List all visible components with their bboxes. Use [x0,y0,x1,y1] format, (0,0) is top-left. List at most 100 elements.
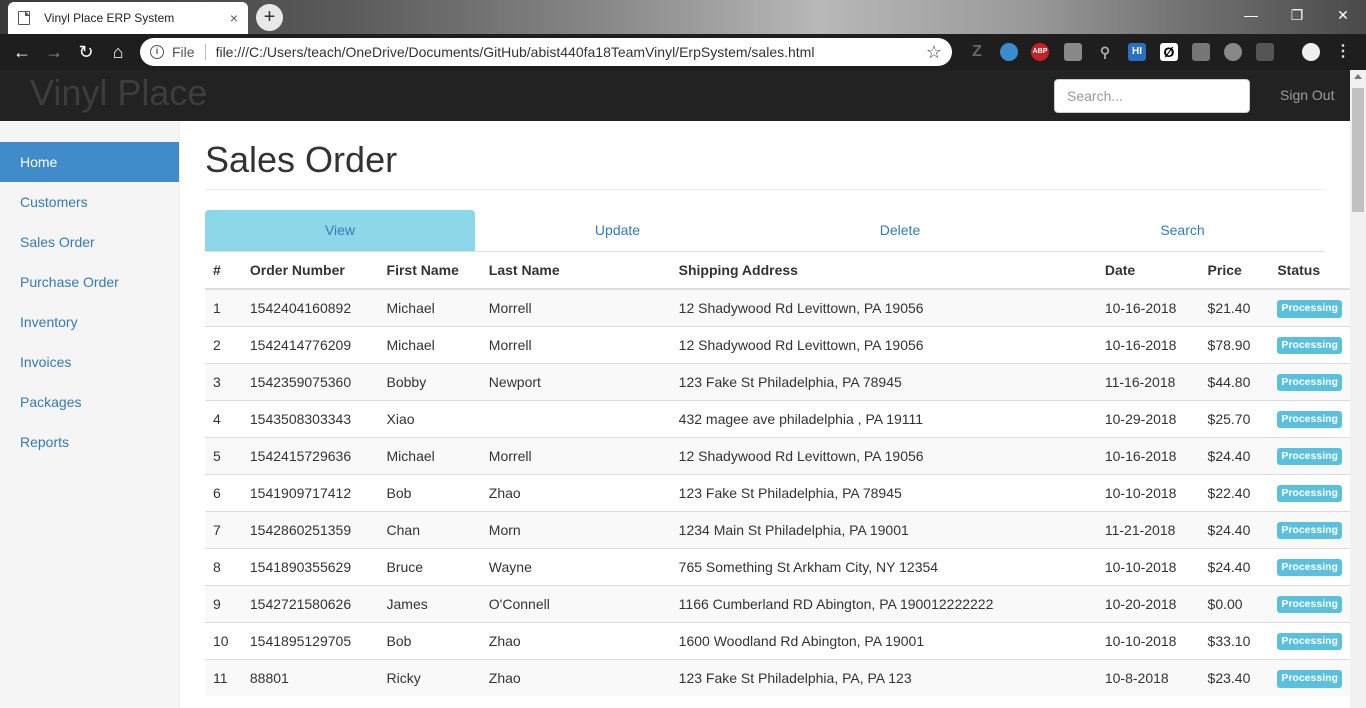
ghostery-extension-icon[interactable]: Ø [1160,43,1178,61]
browser-menu-icon[interactable]: ⋮ [1334,43,1352,61]
app-navbar: Vinyl Place Sign Out [0,70,1350,121]
extension-icon[interactable] [1000,43,1018,61]
table-cell-first-name: James [378,584,481,622]
order-tabs: View Update Delete Search [205,210,1325,252]
sidebar-item-sales-order[interactable]: Sales Order [0,222,179,262]
sign-out-link[interactable]: Sign Out [1280,87,1334,103]
table-row[interactable]: 1 1542404160892 Michael Morrell 12 Shadywood… [205,288,1350,326]
table-cell-row-number: 1 [205,288,242,326]
table-cell-status-badge: Processing [1269,362,1350,400]
search-input[interactable] [1054,79,1250,113]
table-cell-row-number: 7 [205,510,242,548]
table-cell-order-date: 10-29-2018 [1096,399,1200,437]
table-cell-order-price: $21.40 [1199,288,1270,326]
table-row[interactable]: 9 1542721580626 James O'Connell 1166 Cumberl… [205,584,1350,622]
close-window-button[interactable]: ✕ [1320,0,1366,32]
status-badge: Processing [1277,336,1342,355]
column-header: Date [1096,252,1200,290]
table-cell-order-price: $24.40 [1199,510,1270,548]
new-tab-button[interactable]: + [256,4,283,31]
zotero-extension-icon[interactable]: Z [968,43,986,61]
hi-extension-icon[interactable]: HI [1128,43,1146,61]
tab-update[interactable]: Update [475,210,760,251]
scroll-up-arrow-icon[interactable] [1354,74,1362,79]
page-icon [18,11,30,25]
table-cell-order-date: 10-16-2018 [1096,436,1200,474]
mail-extension-icon[interactable] [1064,43,1082,61]
status-badge: Processing [1277,299,1342,318]
table-cell-order-price: $33.10 [1199,621,1270,659]
info-icon[interactable]: i [150,45,164,59]
browser-tab[interactable]: Vinyl Place ERP System × [8,2,248,34]
scrollbar-thumb[interactable] [1352,88,1364,212]
forward-arrow-icon[interactable]: → [42,40,66,64]
table-cell-shipping-address: 12 Shadywood Rd Levittown, PA 19056 [670,288,1097,326]
table-row[interactable]: 3 1542359075360 Bobby Newport 123 Fake St Ph… [205,362,1350,400]
table-cell-order-price: $0.00 [1199,584,1270,622]
tab-view[interactable]: View [205,210,475,251]
table-cell-shipping-address: 123 Fake St Philadelphia, PA, PA 123 [670,658,1097,696]
address-bar[interactable]: i File file:///C:/Users/teach/OneDrive/D… [140,38,952,66]
minimize-button[interactable]: — [1228,0,1274,32]
sidebar-item-reports[interactable]: Reports [0,422,179,462]
table-cell-status-badge: Processing [1269,658,1350,696]
table-cell-row-number: 11 [205,658,242,696]
url-text[interactable]: file:///C:/Users/teach/OneDrive/Document… [216,44,926,60]
table-cell-order-number: 88801 [241,658,379,696]
table-cell-status-badge: Processing [1269,510,1350,548]
tab-search[interactable]: Search [1040,210,1325,251]
table-cell-status-badge: Processing [1269,436,1350,474]
table-cell-order-date: 10-16-2018 [1096,325,1200,363]
adblock-plus-icon[interactable]: ABP [1031,43,1049,61]
table-cell-row-number: 2 [205,325,242,363]
sidebar-item-packages[interactable]: Packages [0,382,179,422]
sidebar-item-inventory[interactable]: Inventory [0,302,179,342]
location-extension-icon[interactable]: ⚲ [1096,43,1114,61]
table-cell-order-date: 10-10-2018 [1096,473,1200,511]
table-cell-order-number: 1542721580626 [241,584,379,622]
profile-avatar-icon[interactable] [1302,43,1320,61]
sidebar-item-home[interactable]: Home [0,142,179,182]
table-row[interactable]: 7 1542860251359 Chan Morn 1234 Main St Phila… [205,510,1350,548]
table-row[interactable]: 2 1542414776209 Michael Morrell 12 Shadywood… [205,325,1350,363]
table-row[interactable]: 10 1541895129705 Bob Zhao 1600 Woodland Rd A… [205,621,1350,659]
table-cell-last-name: Morrell [480,288,671,326]
reload-icon[interactable]: ↻ [74,40,98,64]
table-cell-first-name: Michael [378,288,481,326]
table-cell-first-name: Xiao [378,399,481,437]
sidebar-item-purchase-order[interactable]: Purchase Order [0,262,179,302]
column-header: Order Number [241,252,379,290]
table-cell-shipping-address: 1600 Woodland Rd Abington, PA 19001 [670,621,1097,659]
table-row[interactable]: 5 1542415729636 Michael Morrell 12 Shadywood… [205,436,1350,474]
table-cell-status-badge: Processing [1269,584,1350,622]
tab-close-icon[interactable]: × [230,10,238,26]
table-row[interactable]: 4 1543508303343 Xiao 432 magee ave philadel… [205,399,1350,437]
table-cell-first-name: Ricky [378,658,481,696]
sidebar-item-customers[interactable]: Customers [0,182,179,222]
table-cell-order-price: $25.70 [1199,399,1270,437]
extension-icon[interactable] [1224,43,1242,61]
table-cell-row-number: 5 [205,436,242,474]
status-badge: Processing [1277,669,1342,688]
table-cell-shipping-address: 12 Shadywood Rd Levittown, PA 19056 [670,325,1097,363]
table-row[interactable]: 6 1541909717412 Bob Zhao 123 Fake St Philade… [205,473,1350,511]
table-cell-last-name: Zhao [480,621,671,659]
page-scrollbar[interactable] [1350,70,1366,708]
tab-delete[interactable]: Delete [760,210,1040,251]
extension-icon[interactable] [1256,43,1274,61]
brand-logo[interactable]: Vinyl Place [30,72,207,114]
table-cell-order-price: $44.80 [1199,362,1270,400]
page-title: Sales Order [205,139,398,180]
table-cell-last-name [480,399,671,437]
sidebar-item-invoices[interactable]: Invoices [0,342,179,382]
table-row[interactable]: 11 88801 Ricky Zhao 123 Fake St Philadelphia… [205,658,1350,696]
back-arrow-icon[interactable]: ← [10,40,34,64]
maximize-button[interactable]: ❐ [1274,0,1320,32]
home-icon[interactable]: ⌂ [106,40,130,64]
table-cell-first-name: Bruce [378,547,481,585]
table-cell-shipping-address: 765 Something St Arkham City, NY 12354 [670,547,1097,585]
extension-icon[interactable] [1192,43,1210,61]
bookmark-star-icon[interactable]: ☆ [926,42,942,63]
table-row[interactable]: 8 1541890355629 Bruce Wayne 765 Something St… [205,547,1350,585]
table-body: 1 1542404160892 Michael Morrell 12 Shadywood… [205,288,1350,696]
